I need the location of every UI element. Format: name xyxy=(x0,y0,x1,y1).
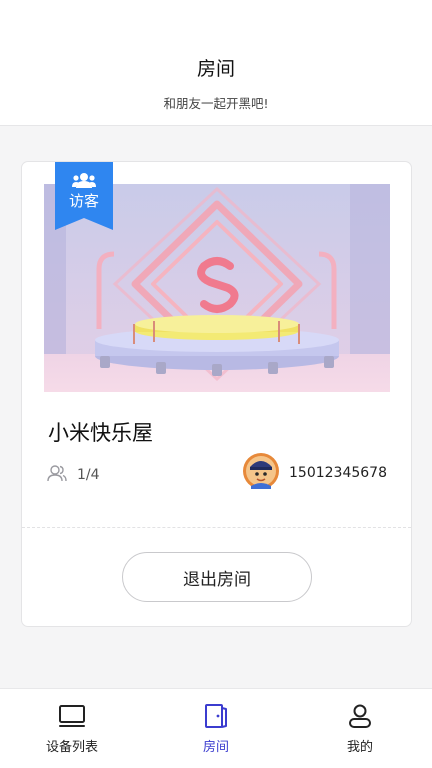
avatar xyxy=(243,453,280,493)
user-icon xyxy=(346,702,374,734)
member-count-value: 1/4 xyxy=(77,467,100,483)
tab-device-list-label: 设备列表 xyxy=(45,740,98,755)
owner-phone: 15012345678 xyxy=(289,465,387,481)
member-count: 1/4 xyxy=(47,464,100,486)
guest-badge-label: 访客 xyxy=(68,192,99,210)
page-title: 房间 xyxy=(196,58,235,80)
room-owner: 15012345678 xyxy=(243,453,387,493)
tab-device-list[interactable]: 设备列表 xyxy=(0,689,144,768)
members-icon xyxy=(47,464,67,486)
room-card[interactable]: 访客 小米快乐屋 1/4 15012345678 退出房间 xyxy=(21,161,412,627)
guest-badge: 访客 xyxy=(55,162,113,230)
tab-profile-label: 我的 xyxy=(346,740,373,755)
bottom-tab-bar: 设备列表 房间 我的 xyxy=(0,688,432,768)
exit-room-button[interactable]: 退出房间 xyxy=(122,552,312,602)
room-name: 小米快乐屋 xyxy=(48,421,153,445)
page-subtitle: 和朋友一起开黑吧! xyxy=(163,96,269,111)
tab-room[interactable]: 房间 xyxy=(144,689,288,768)
page-header: 房间 和朋友一起开黑吧! xyxy=(0,0,432,126)
door-icon xyxy=(202,702,230,734)
monitor-icon xyxy=(58,702,86,734)
tab-profile[interactable]: 我的 xyxy=(288,689,432,768)
tab-room-label: 房间 xyxy=(202,740,229,755)
card-divider xyxy=(22,527,411,528)
